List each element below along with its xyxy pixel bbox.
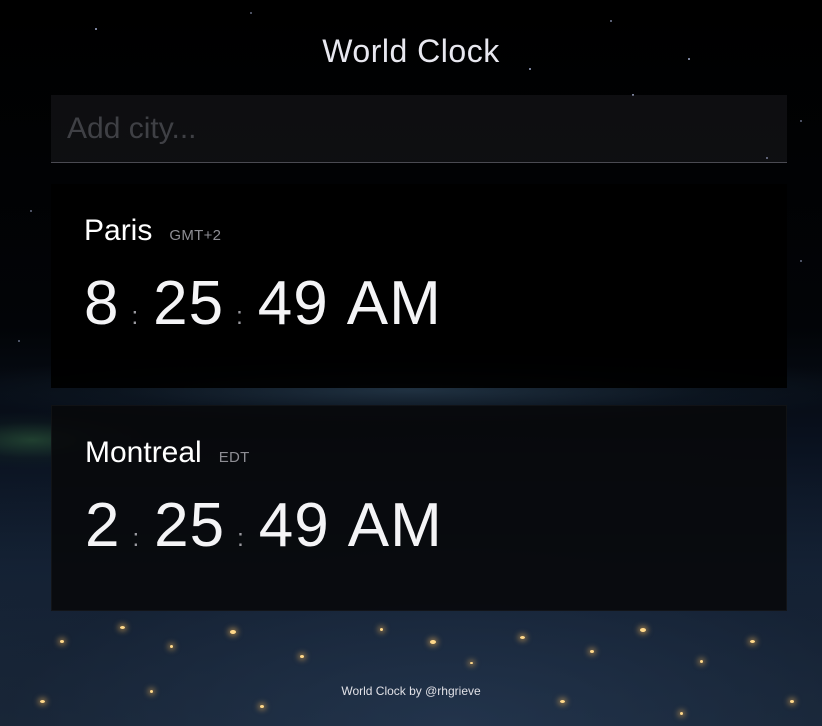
city-name: Paris (84, 214, 153, 247)
add-city-input[interactable] (51, 95, 787, 163)
city-light (640, 628, 646, 632)
clock-separator: : (236, 303, 244, 330)
clock-time: 2 : 25 : 49 AM (85, 490, 443, 561)
clock-time: 8 : 25 : 49 AM (84, 268, 442, 339)
city-card-montreal: Montreal EDT 2 : 25 : 49 AM (51, 405, 787, 611)
clock-hours: 2 (85, 491, 121, 560)
clock-seconds: 49 (257, 269, 329, 338)
timezone-label: GMT+2 (169, 227, 222, 244)
clock-minutes: 25 (154, 491, 226, 560)
clock-period: AM (346, 269, 442, 338)
city-light (230, 630, 236, 634)
city-light (560, 700, 565, 703)
footer-credit: World Clock by @rhgrieve (341, 684, 481, 698)
star (800, 120, 802, 122)
app-title: World Clock (322, 33, 500, 69)
clock-minutes: 25 (153, 269, 225, 338)
city-light (60, 640, 64, 643)
star (250, 12, 252, 14)
star (30, 210, 32, 212)
star (95, 28, 97, 30)
timezone-label: EDT (218, 449, 250, 466)
star (610, 20, 612, 22)
city-light (170, 645, 173, 648)
clock-seconds: 49 (258, 491, 330, 560)
city-header: Montreal EDT (85, 436, 250, 470)
city-light (40, 700, 45, 703)
city-light (700, 660, 703, 663)
city-light (520, 636, 525, 639)
city-light (120, 626, 125, 629)
city-header: Paris GMT+2 (84, 214, 221, 248)
city-light (260, 705, 264, 708)
clock-separator: : (131, 303, 140, 330)
city-name: Montreal (85, 436, 202, 469)
city-light (790, 700, 794, 703)
city-light (470, 662, 473, 664)
city-light (300, 655, 304, 658)
city-light (430, 640, 436, 644)
city-light (680, 712, 683, 715)
city-card-paris: Paris GMT+2 8 : 25 : 49 AM (51, 184, 787, 388)
clock-separator: : (132, 525, 141, 552)
star (800, 260, 802, 262)
city-light (750, 640, 755, 643)
clock-period: AM (347, 491, 443, 560)
city-light (380, 628, 383, 631)
star (18, 340, 20, 342)
city-light (590, 650, 594, 653)
clock-separator: : (237, 525, 245, 552)
clock-hours: 8 (84, 269, 120, 338)
